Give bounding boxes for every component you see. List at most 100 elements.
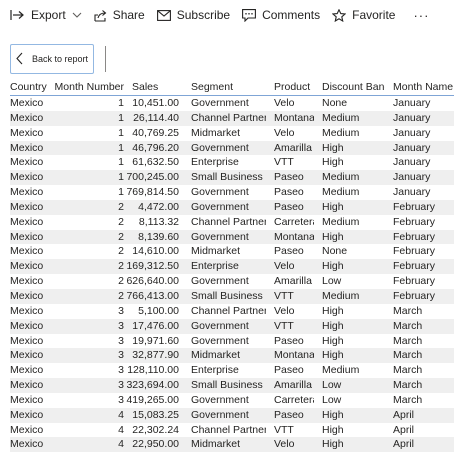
cell-discount-band: None	[322, 245, 348, 258]
cell-sales: 128,110.00	[127, 364, 179, 377]
cell-country: Mexico	[10, 378, 54, 393]
cell-country: Mexico	[10, 126, 44, 139]
table-row[interactable]: Mexico 3 128,110.00 Enterprise Paseo Medium Ma…	[10, 363, 454, 378]
table-row[interactable]: Mexico 2 8,139.60 Government Montana High Febr…	[10, 229, 454, 245]
table-row[interactable]: Mexico 1 40,769.25 Midmarket Velo Medium Janua…	[10, 126, 454, 141]
cell-product: Montana	[266, 229, 314, 245]
cell-country: Mexico	[10, 140, 54, 156]
cell-month-name: March	[393, 364, 423, 377]
export-icon	[10, 9, 25, 21]
column-header-discount-band[interactable]: Discount Band	[314, 78, 385, 96]
table-row[interactable]: Mexico 2 8,113.32 Channel Partners Carretera…	[10, 215, 454, 230]
table-row[interactable]: Mexico 3 17,476.00 Government VTT High March	[10, 318, 454, 334]
cell-product: Paseo	[274, 364, 304, 377]
more-options-button[interactable]: ···	[401, 0, 435, 30]
comments-button[interactable]: Comments	[236, 0, 326, 30]
divider	[105, 46, 106, 72]
cell-product: Velo	[266, 259, 314, 275]
table-row[interactable]: Mexico 3 419,265.00 Government Carretera Low M…	[10, 393, 454, 408]
cell-country: Mexico	[10, 304, 44, 317]
cell-month-name: March	[385, 318, 454, 334]
cell-discount-band: Medium	[322, 215, 360, 228]
column-header-country[interactable]: Country	[10, 78, 54, 96]
cell-product: Paseo	[274, 334, 304, 347]
table-row[interactable]: Mexico 1 61,632.50 Enterprise VTT High January	[10, 155, 454, 170]
cell-discount-band: Medium	[322, 186, 360, 199]
cell-product: Montana	[266, 110, 314, 126]
cell-segment: Government	[191, 334, 249, 347]
cell-country: Mexico	[10, 393, 44, 406]
cell-month-name: March	[393, 334, 423, 347]
table-row[interactable]: Mexico 4 15,083.25 Government Paseo High April	[10, 407, 454, 423]
table-row[interactable]: Mexico 2 4,472.00 Government Paseo High Februa…	[10, 199, 454, 215]
cell-product: Amarilla	[266, 378, 314, 393]
cell-segment: Government	[183, 229, 266, 245]
table-row[interactable]: Mexico 2 626,640.00 Government Amarilla Low Fe…	[10, 274, 454, 289]
cell-product: VTT	[274, 156, 294, 169]
table-row[interactable]: Mexico 2 766,413.00 Small Business VTT Medium…	[10, 288, 454, 304]
cell-segment: Government	[183, 407, 266, 423]
comment-icon	[242, 8, 257, 22]
cell-country: Mexico	[10, 364, 44, 377]
table-row[interactable]: Mexico 2 14,610.00 Midmarket Paseo None Februa…	[10, 244, 454, 259]
cell-month-name: March	[385, 348, 454, 364]
table-row[interactable]: Mexico 1 769,814.50 Government Paseo Medium Ja…	[10, 185, 454, 200]
cell-month-number: 2	[54, 199, 124, 215]
cell-product: Paseo	[266, 407, 314, 423]
cell-discount-band: None	[322, 97, 348, 109]
cell-sales: 17,476.00	[124, 318, 183, 334]
cell-sales: 323,694.00	[124, 378, 183, 393]
cell-discount-band: Low	[322, 275, 342, 288]
cell-month-number: 1	[54, 110, 124, 126]
table-row[interactable]: Mexico 4 22,302.24 Channel Partners VTT High A…	[10, 423, 454, 438]
cell-month-name: April	[385, 437, 454, 452]
column-header-product[interactable]: Product	[266, 78, 314, 96]
cell-country: Mexico	[10, 156, 44, 169]
table-row[interactable]: Mexico 1 10,451.00 Government Velo None Januar…	[10, 96, 454, 111]
cell-segment: Enterprise	[191, 364, 239, 377]
table-row[interactable]: Mexico 3 32,877.90 Midmarket Montana High Marc…	[10, 348, 454, 364]
table-row[interactable]: Mexico 3 5,100.00 Channel Partners Velo High M…	[10, 304, 454, 319]
cell-month-number: 3	[54, 378, 124, 393]
table-row[interactable]: Mexico 2 169,312.50 Enterprise Velo High Febru…	[10, 259, 454, 275]
cell-country: Mexico	[10, 407, 54, 423]
cell-segment: Government	[191, 186, 249, 199]
cell-month-name: February	[393, 275, 436, 288]
cell-product: Paseo	[274, 186, 304, 199]
cell-sales: 700,245.00	[124, 170, 183, 186]
table-row[interactable]: Mexico 1 700,245.00 Small Business Paseo Medi…	[10, 170, 454, 186]
cell-country: Mexico	[10, 245, 44, 258]
cell-segment: Channel Partners	[191, 423, 266, 436]
cell-sales: 169,312.50	[124, 259, 183, 275]
cell-country: Mexico	[10, 423, 44, 436]
cell-sales: 46,796.20	[124, 140, 183, 156]
table-row[interactable]: Mexico 3 19,971.60 Government Paseo High March	[10, 334, 454, 349]
cell-month-name: February	[385, 199, 454, 215]
cell-month-number: 2	[118, 245, 124, 258]
cell-discount-band: Medium	[314, 288, 385, 304]
cell-segment: Midmarket	[183, 348, 266, 364]
cell-discount-band: High	[314, 437, 385, 452]
cell-month-name: January	[393, 186, 431, 199]
cell-country: Mexico	[10, 275, 44, 288]
column-header-month-name[interactable]: Month Name	[385, 78, 454, 96]
column-header-month-number[interactable]: Month Number	[54, 78, 124, 96]
cell-segment: Small Business	[183, 378, 266, 393]
export-button[interactable]: Export	[0, 0, 88, 30]
cell-month-name: January	[385, 140, 454, 156]
back-to-report-button[interactable]: Back to report	[10, 44, 94, 74]
column-header-segment[interactable]: Segment	[183, 78, 266, 96]
subscribe-label: Subscribe	[176, 8, 231, 22]
cell-sales: 8,113.32	[138, 215, 179, 228]
comments-label: Comments	[262, 8, 321, 22]
share-button[interactable]: Share	[88, 0, 151, 30]
table-row[interactable]: Mexico 1 46,796.20 Government Amarilla High Ja…	[10, 140, 454, 156]
table-row[interactable]: Mexico 3 323,694.00 Small Business Amarilla L…	[10, 378, 454, 393]
subscribe-button[interactable]: Subscribe	[151, 0, 236, 30]
favorite-button[interactable]: Favorite	[326, 0, 401, 30]
column-header-sales[interactable]: Sales	[124, 78, 183, 96]
table-row[interactable]: Mexico 1 26,114.40 Channel Partners Montana M…	[10, 110, 454, 126]
vertical-scrollbar[interactable]	[462, 96, 468, 452]
cell-segment: Enterprise	[191, 156, 239, 169]
table-row[interactable]: Mexico 4 22,950.00 Midmarket Velo High April	[10, 437, 454, 452]
